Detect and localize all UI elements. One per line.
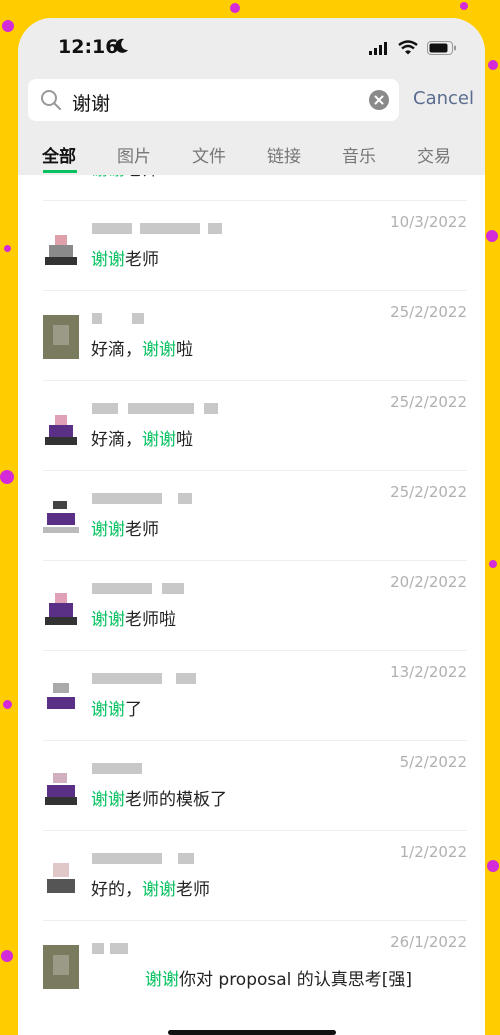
avatar bbox=[43, 859, 79, 899]
result-row[interactable]: 25/2/2022 好滴，谢谢啦 bbox=[18, 381, 485, 471]
search-query: 谢谢 bbox=[72, 93, 111, 115]
sender-name-blurred bbox=[92, 223, 232, 235]
result-message: 好滴，谢谢啦 bbox=[91, 430, 193, 450]
filter-tabs: 全部 图片 文件 链接 音乐 交易 bbox=[18, 142, 485, 173]
sender-name-blurred bbox=[92, 763, 232, 775]
search-input[interactable]: 谢谢 bbox=[28, 79, 399, 121]
tab-music[interactable]: 音乐 bbox=[342, 142, 376, 167]
result-date: 1/2/2022 bbox=[399, 843, 467, 861]
result-row[interactable]: 13/2/2022 谢谢了 bbox=[18, 651, 485, 741]
result-row[interactable]: 5/2/2022 谢谢老师的模板了 bbox=[18, 741, 485, 831]
status-time: 12:16 bbox=[58, 36, 119, 58]
phone-screen: 12:16 谢谢 Cancel 全部 图片 文件 链接 音乐 交易 10/3/2… bbox=[18, 18, 485, 1035]
result-row[interactable]: 1/2/2022 好的，谢谢老师 bbox=[18, 831, 485, 921]
result-message: 好滴，谢谢啦 bbox=[91, 340, 193, 360]
sender-name-blurred bbox=[92, 493, 232, 505]
result-message: 谢谢老师 bbox=[91, 175, 159, 180]
sender-name-blurred bbox=[92, 673, 232, 685]
result-date: 5/2/2022 bbox=[399, 753, 467, 771]
avatar bbox=[43, 499, 79, 539]
result-message: 谢谢老师 bbox=[91, 250, 159, 270]
avatar bbox=[43, 589, 79, 629]
result-row[interactable]: 25/2/2022 谢谢老师 bbox=[18, 471, 485, 561]
result-message: 谢谢了 bbox=[91, 700, 142, 720]
result-date: 25/2/2022 bbox=[390, 483, 467, 501]
sender-name-blurred bbox=[92, 583, 232, 595]
result-row[interactable]: 26/1/2022 谢谢你对 proposal 的认真思考[强] bbox=[18, 921, 485, 1011]
result-message: 谢谢你对 proposal 的认真思考[强] bbox=[145, 970, 413, 990]
result-date: 26/1/2022 bbox=[390, 933, 467, 951]
result-row[interactable]: 谢谢老师 bbox=[18, 175, 485, 201]
tab-images[interactable]: 图片 bbox=[117, 142, 151, 167]
status-bar: 12:16 bbox=[18, 18, 485, 78]
tab-links[interactable]: 链接 bbox=[267, 142, 301, 167]
avatar bbox=[43, 409, 79, 449]
sender-name-blurred bbox=[92, 403, 232, 415]
search-icon bbox=[41, 90, 61, 110]
avatar bbox=[43, 769, 79, 809]
tab-files[interactable]: 文件 bbox=[192, 142, 226, 167]
frame-dot bbox=[487, 860, 499, 872]
results-list[interactable]: 谢谢老师 10/3/2022 谢谢老师 25/2/2022 好滴，谢谢啦 bbox=[18, 175, 485, 1035]
frame-dot bbox=[3, 700, 12, 709]
tab-all[interactable]: 全部 bbox=[42, 142, 76, 167]
frame-dot bbox=[460, 2, 468, 10]
result-message: 谢谢老师 bbox=[91, 520, 159, 540]
result-date: 25/2/2022 bbox=[390, 303, 467, 321]
search-header: 12:16 谢谢 Cancel 全部 图片 文件 链接 音乐 交易 bbox=[18, 18, 485, 175]
moon-icon bbox=[115, 38, 128, 53]
result-row[interactable]: 25/2/2022 好滴，谢谢啦 bbox=[18, 291, 485, 381]
frame-dot bbox=[486, 230, 498, 242]
system-icons bbox=[369, 40, 457, 55]
cancel-button[interactable]: Cancel bbox=[413, 88, 474, 109]
frame-dot bbox=[230, 3, 240, 13]
result-date: 20/2/2022 bbox=[390, 573, 467, 591]
sender-name-blurred bbox=[92, 313, 232, 325]
signal-icon bbox=[369, 41, 387, 55]
frame-dot bbox=[4, 245, 11, 252]
clear-icon[interactable] bbox=[369, 90, 389, 110]
result-row[interactable]: 20/2/2022 谢谢老师啦 bbox=[18, 561, 485, 651]
frame-dot bbox=[1, 950, 13, 962]
avatar bbox=[43, 679, 79, 719]
avatar bbox=[43, 945, 79, 989]
result-row[interactable]: 10/3/2022 谢谢老师 bbox=[18, 201, 485, 291]
tab-transactions[interactable]: 交易 bbox=[417, 142, 451, 167]
frame-dot bbox=[489, 560, 497, 568]
result-message: 谢谢老师的模板了 bbox=[91, 790, 227, 810]
avatar bbox=[43, 315, 79, 359]
avatar bbox=[43, 229, 79, 269]
result-message: 好的，谢谢老师 bbox=[91, 880, 210, 900]
sender-name-blurred bbox=[92, 853, 232, 865]
result-date: 13/2/2022 bbox=[390, 663, 467, 681]
result-message: 谢谢老师啦 bbox=[91, 610, 176, 630]
frame-dot bbox=[488, 60, 498, 70]
frame-dot bbox=[0, 470, 14, 484]
home-indicator bbox=[168, 1030, 336, 1035]
result-date: 25/2/2022 bbox=[390, 393, 467, 411]
active-tab-indicator bbox=[43, 170, 77, 173]
battery-icon bbox=[427, 40, 456, 55]
sender-name-blurred bbox=[92, 943, 232, 955]
frame-dot bbox=[2, 20, 14, 32]
result-date: 10/3/2022 bbox=[390, 213, 467, 231]
wifi-icon bbox=[398, 40, 418, 55]
